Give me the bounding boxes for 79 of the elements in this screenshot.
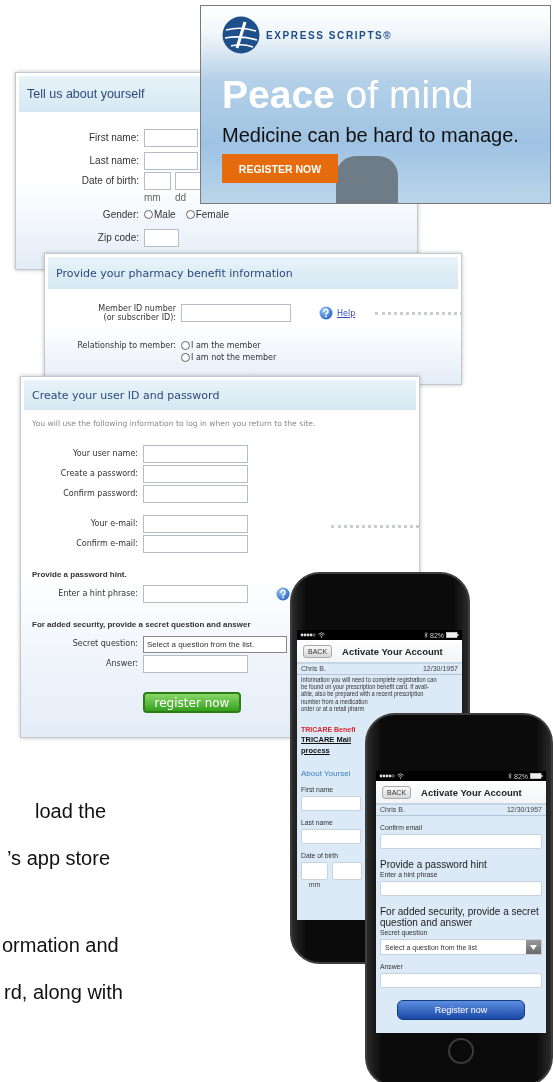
panel-title: Create your user ID and password bbox=[32, 388, 220, 402]
input-field[interactable] bbox=[144, 172, 171, 190]
input-field[interactable] bbox=[380, 834, 542, 849]
field-label: Confirm password: bbox=[63, 489, 138, 499]
field-label: Your user name: bbox=[73, 449, 138, 459]
field-label: Gender: bbox=[102, 208, 139, 221]
field-label: Last name: bbox=[89, 154, 139, 167]
field-label: Create a password: bbox=[60, 469, 138, 479]
text-line: load the bbox=[35, 799, 107, 824]
radio-button[interactable] bbox=[185, 210, 195, 219]
input-field[interactable] bbox=[144, 128, 198, 147]
section-heading: For added security, provide a secret question and answer bbox=[32, 619, 252, 629]
headline: Peace of mind bbox=[222, 74, 474, 116]
input-field[interactable] bbox=[301, 862, 328, 880]
input-field[interactable] bbox=[181, 304, 291, 322]
wifi-icon bbox=[397, 773, 404, 779]
input-field[interactable] bbox=[301, 796, 361, 811]
photo-placeholder bbox=[336, 156, 398, 203]
text-line: ormation and bbox=[2, 933, 119, 958]
field-label: Zip code: bbox=[97, 231, 139, 244]
caret-icon bbox=[530, 944, 537, 950]
input-field[interactable] bbox=[143, 535, 248, 553]
input-field[interactable] bbox=[380, 881, 542, 896]
brand-name: EXPRESS SCRIPTS® bbox=[266, 29, 393, 41]
help-icon[interactable] bbox=[319, 306, 333, 320]
section-heading: Provide a password hint. bbox=[32, 569, 128, 579]
battery-icon bbox=[446, 632, 459, 638]
date-part-label: dd bbox=[175, 192, 188, 203]
field-label: Member ID number (or subscriber ID): bbox=[98, 303, 176, 323]
input-field[interactable] bbox=[143, 465, 248, 483]
screen-title: Activate Your Account bbox=[421, 786, 522, 798]
input-field[interactable] bbox=[144, 151, 198, 170]
help-icon[interactable] bbox=[276, 587, 290, 601]
text-line: ’s app store bbox=[7, 846, 111, 871]
signal-icon bbox=[379, 774, 395, 778]
radio-button[interactable] bbox=[181, 353, 190, 362]
field-label: Your e-mail: bbox=[90, 519, 138, 529]
field-label: Secret question: bbox=[72, 639, 138, 649]
tagline: Medicine can be hard to manage. bbox=[222, 124, 519, 146]
home-button[interactable] bbox=[448, 1038, 474, 1064]
bluetooth-icon bbox=[508, 773, 512, 779]
input-field[interactable] bbox=[175, 172, 202, 190]
screen-title: Activate Your Account bbox=[342, 645, 443, 657]
field-label: Confirm e-mail: bbox=[76, 539, 138, 549]
input-field[interactable] bbox=[380, 973, 542, 988]
battery-icon bbox=[530, 773, 543, 779]
field-label: Enter a hint phrase: bbox=[58, 589, 138, 599]
input-field[interactable] bbox=[301, 829, 361, 844]
section-heading: Provide a password hint bbox=[380, 859, 488, 870]
input-field[interactable] bbox=[332, 862, 362, 880]
input-field[interactable] bbox=[143, 445, 248, 463]
radio-button[interactable] bbox=[181, 341, 190, 350]
register-button[interactable]: Register now bbox=[397, 1000, 525, 1020]
help-link[interactable]: Help bbox=[337, 308, 356, 318]
bluetooth-icon bbox=[424, 632, 428, 638]
option-label: Female bbox=[195, 209, 230, 220]
panel-title: Tell us about yourself bbox=[27, 87, 145, 101]
input-field[interactable] bbox=[143, 485, 248, 503]
text-line: rd, along with bbox=[4, 980, 123, 1005]
option-label: I am the member bbox=[191, 341, 261, 350]
dropdown[interactable]: Select a question from the list. bbox=[143, 635, 287, 653]
signal-icon bbox=[300, 633, 316, 637]
wifi-icon bbox=[318, 632, 325, 638]
section-title: About Yoursel bbox=[301, 769, 351, 778]
input-field[interactable] bbox=[143, 585, 248, 603]
field-label: Relationship to member: bbox=[77, 341, 176, 351]
option-label: I am not the member bbox=[191, 353, 277, 362]
section-heading: For added security, provide a secret question and answer bbox=[380, 906, 540, 928]
field-label: Date of birth: bbox=[81, 174, 139, 187]
input-field[interactable] bbox=[143, 515, 248, 533]
radio-button[interactable] bbox=[144, 210, 153, 219]
date-part-label: mm bbox=[144, 192, 162, 203]
input-field[interactable] bbox=[144, 228, 179, 247]
option-label: Male bbox=[154, 209, 176, 220]
input-field[interactable] bbox=[143, 655, 248, 673]
panel-title: Provide your pharmacy benefit information bbox=[56, 266, 293, 280]
field-label: First name: bbox=[89, 131, 139, 144]
field-label: Answer: bbox=[105, 659, 138, 669]
globe-logo-icon bbox=[222, 16, 260, 54]
